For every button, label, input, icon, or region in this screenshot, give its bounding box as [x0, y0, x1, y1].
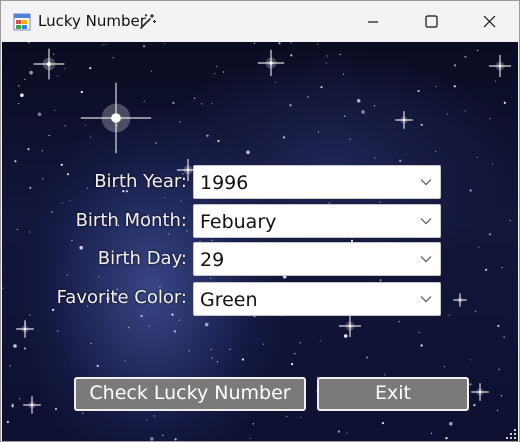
maximize-button[interactable] [402, 1, 460, 42]
birth-year-value: 1996 [200, 172, 249, 194]
favorite-color-label: Favorite Color: [56, 287, 187, 308]
resize-grip-icon[interactable] [506, 429, 517, 440]
chevron-down-icon [420, 296, 432, 303]
close-icon [483, 15, 495, 28]
birth-day-label: Birth Day: [97, 248, 187, 269]
birth-month-value: Febuary [200, 211, 277, 233]
magic-wand-icon [140, 14, 156, 29]
title-bar[interactable]: Lucky Number [1, 1, 519, 42]
maximize-icon [424, 15, 438, 28]
chevron-down-icon [420, 256, 432, 263]
check-lucky-number-button[interactable]: Check Lucky Number [74, 377, 306, 411]
birth-day-value: 29 [200, 249, 225, 271]
birth-day-combobox[interactable]: 29 [193, 242, 441, 276]
favorite-color-combobox[interactable]: Green [193, 282, 441, 316]
birth-year-label: Birth Year: [94, 171, 187, 192]
exit-button[interactable]: Exit [317, 377, 469, 411]
birth-month-combobox[interactable]: Febuary [193, 204, 441, 238]
favorite-color-value: Green [200, 289, 258, 311]
window-title: Lucky Number [38, 12, 146, 30]
chevron-down-icon [420, 179, 432, 186]
minimize-button[interactable] [344, 1, 402, 42]
windows-forms-icon [13, 13, 31, 31]
chevron-down-icon [420, 218, 432, 225]
form-client-area: Birth Year: 1996 Birth Month: Febuary Bi… [2, 42, 518, 441]
close-button[interactable] [460, 1, 518, 42]
birth-month-label: Birth Month: [75, 210, 187, 231]
app-window: Lucky Number Birth Year: 1996 Birth Mont… [0, 0, 520, 442]
birth-year-combobox[interactable]: 1996 [193, 165, 441, 199]
minimize-icon [368, 20, 378, 23]
